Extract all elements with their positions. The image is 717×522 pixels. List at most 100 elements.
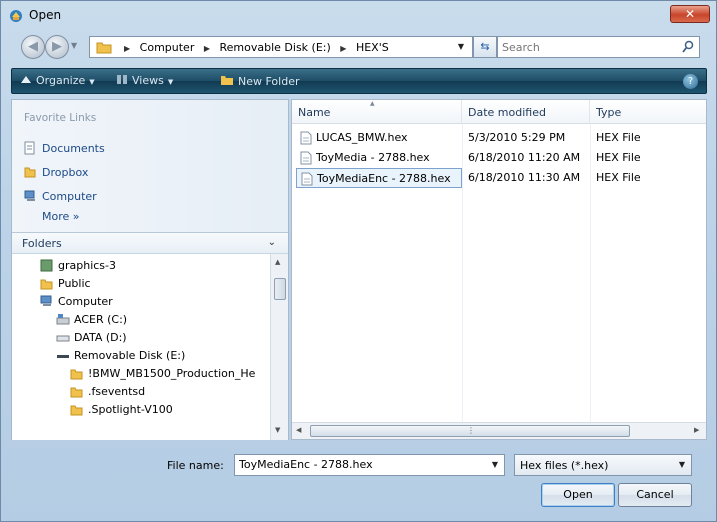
table-row-selected[interactable]: ToyMediaEnc - 2788.hex 6/18/2010 11:30 A… (296, 168, 702, 188)
tree-label: ACER (C:) (74, 313, 128, 326)
search-box[interactable] (497, 36, 700, 58)
refresh-button[interactable]: ⇆ (473, 36, 497, 58)
tree-label: Computer (58, 295, 113, 308)
tree-label: Public (58, 277, 91, 290)
favorite-label: Computer (42, 190, 97, 203)
breadcrumb-hexs[interactable]: HEX'S (356, 41, 389, 54)
dropdown-arrow-icon[interactable]: ▼ (492, 460, 498, 469)
file-name-cell[interactable]: ToyMedia - 2788.hex (296, 148, 462, 168)
tree-label: graphics-3 (58, 259, 117, 272)
file-type: HEX File (596, 171, 641, 184)
computer-icon (24, 190, 35, 201)
sort-ascending-icon: ▲ (370, 100, 375, 107)
scroll-down-icon[interactable]: ▼ (275, 426, 280, 434)
column-label: Date modified (468, 106, 546, 119)
folder-icon (40, 279, 53, 290)
scroll-up-icon[interactable]: ▲ (275, 258, 280, 266)
tree-label: DATA (D:) (74, 331, 127, 344)
open-dialog: Open ✕ ◀ ▶ ▼ ▶ Computer ▶ Removable Disk… (0, 0, 717, 522)
new-folder-button[interactable]: New Folder (220, 74, 299, 88)
folder-icon (24, 167, 36, 178)
tree-label: Removable Disk (E:) (74, 349, 186, 362)
file-date: 6/18/2010 11:20 AM (468, 151, 581, 164)
table-row[interactable]: ToyMedia - 2788.hex 6/18/2010 11:20 AM H… (296, 148, 702, 168)
window-title: Open (29, 8, 62, 22)
open-button[interactable]: Open (541, 483, 615, 507)
cancel-button[interactable]: Cancel (618, 483, 692, 507)
folder-icon (70, 387, 83, 398)
scrollbar-grip-icon: ⋮ (467, 426, 475, 435)
scrollbar-thumb[interactable] (274, 278, 286, 300)
hex-file-icon (300, 151, 312, 165)
favorite-links-heading: Favorite Links (24, 112, 97, 124)
folders-header[interactable]: Folders ⌄ (12, 232, 288, 254)
removable-disk-icon (57, 355, 69, 358)
favorite-label: Dropbox (42, 166, 89, 179)
address-bar[interactable]: ▶ Computer ▶ Removable Disk (E:) ▶ HEX'S… (89, 36, 473, 58)
organize-label: Organize (36, 74, 86, 87)
column-header-name[interactable]: Name ▲ (292, 100, 462, 124)
file-date: 6/18/2010 11:30 AM (468, 171, 581, 184)
file-name-combobox[interactable]: ▼ (234, 454, 505, 476)
folder-tree-scrollbar[interactable]: ▲ ▼ (270, 254, 288, 440)
column-header-type[interactable]: Type (590, 100, 706, 124)
folder-icon (96, 42, 112, 54)
help-icon[interactable]: ? (683, 74, 698, 89)
views-icon (117, 75, 127, 84)
navigation-pane: Favorite Links Documents Dropbox Compute… (11, 99, 289, 440)
recent-pages-dropdown-icon[interactable]: ▼ (71, 41, 77, 50)
forward-button[interactable]: ▶ (45, 35, 69, 59)
file-name-label: File name: (167, 459, 224, 472)
hex-file-icon (300, 131, 312, 145)
address-dropdown-icon[interactable]: ▼ (458, 42, 464, 51)
folder-icon (70, 369, 83, 380)
organize-button[interactable]: Organize ▼ (20, 74, 95, 87)
organize-icon (21, 76, 31, 83)
documents-icon (24, 141, 35, 155)
folder-icon (70, 405, 83, 416)
tree-label: !BMW_MB1500_Production_He (88, 367, 256, 380)
title-bar[interactable]: Open ✕ (1, 1, 716, 31)
file-name-field[interactable] (239, 458, 479, 471)
breadcrumb-removable-disk[interactable]: Removable Disk (E:) (220, 41, 331, 54)
close-button[interactable]: ✕ (670, 5, 710, 23)
file-list-horizontal-scrollbar[interactable]: ◀ ⋮ ▶ (292, 422, 706, 439)
breadcrumb-computer[interactable]: Computer (140, 41, 195, 54)
folders-heading: Folders (22, 237, 62, 250)
back-arrow-icon: ◀ (28, 39, 38, 54)
tree-label: .Spotlight-V100 (88, 403, 173, 416)
refresh-icon: ⇆ (480, 40, 490, 53)
chevron-down-icon: ⌄ (267, 237, 276, 248)
file-type-select[interactable]: Hex files (*.hex) ▼ (514, 454, 692, 476)
folder-tree: graphics-3 Public Computer ACER (C:) DAT… (12, 254, 270, 440)
scroll-right-icon[interactable]: ▶ (694, 426, 699, 434)
views-label: Views (132, 74, 164, 87)
views-button[interactable]: Views ▼ (116, 74, 173, 87)
column-header-date-modified[interactable]: Date modified (462, 100, 590, 124)
file-name: LUCAS_BMW.hex (316, 131, 408, 144)
file-name: ToyMediaEnc - 2788.hex (317, 172, 451, 185)
scroll-left-icon[interactable]: ◀ (296, 426, 301, 434)
file-type-value: Hex files (*.hex) (520, 459, 609, 472)
file-type: HEX File (596, 131, 641, 144)
caret-down-icon: ▼ (167, 78, 174, 86)
breadcrumb-separator-icon: ▶ (340, 44, 347, 53)
table-row[interactable]: LUCAS_BMW.hex 5/3/2010 5:29 PM HEX File (296, 128, 702, 148)
breadcrumb: ▶ Computer ▶ Removable Disk (E:) ▶ HEX'S (118, 41, 389, 54)
forward-arrow-icon: ▶ (52, 39, 62, 54)
search-input[interactable] (502, 39, 672, 55)
file-name-cell[interactable]: ToyMediaEnc - 2788.hex (296, 168, 462, 188)
favorite-label: Documents (42, 142, 105, 155)
file-list-pane: Name ▲ Date modified Type LUCAS_BMW.hex … (291, 99, 707, 440)
drive-icon (56, 335, 70, 342)
open-folder-icon (10, 10, 22, 22)
scrollbar-thumb[interactable]: ⋮ (310, 425, 630, 437)
more-links[interactable]: More » (42, 210, 80, 223)
back-button[interactable]: ◀ (21, 35, 45, 59)
column-header-row: Name ▲ Date modified Type (292, 100, 706, 124)
new-folder-icon (221, 76, 233, 85)
search-icon (682, 40, 694, 53)
column-label: Name (298, 106, 331, 119)
computer-icon (40, 295, 52, 306)
file-name-cell[interactable]: LUCAS_BMW.hex (296, 128, 462, 148)
